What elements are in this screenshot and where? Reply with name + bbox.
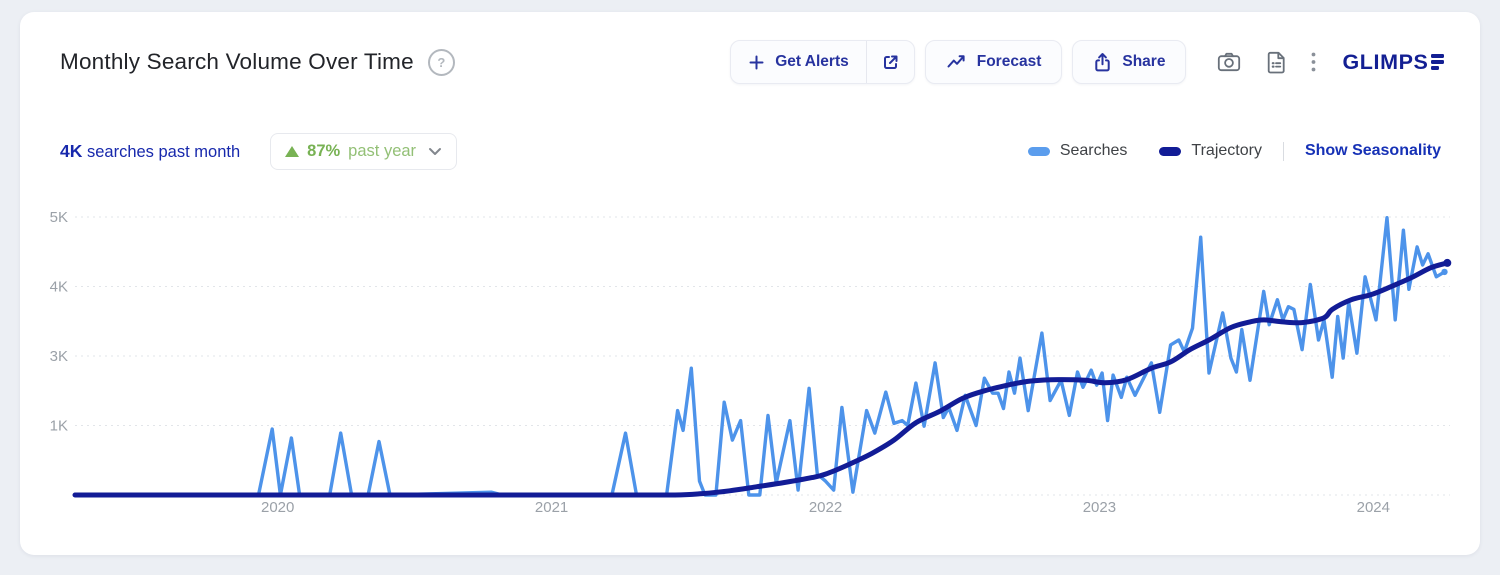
open-external-button[interactable] <box>867 41 914 83</box>
glimpse-logo[interactable]: GLIMPS <box>1342 50 1444 75</box>
get-alerts-label: Get Alerts <box>775 53 849 70</box>
trajectory-legend-label: Trajectory <box>1191 142 1262 159</box>
report-icon <box>1268 51 1286 73</box>
svg-text:2024: 2024 <box>1357 499 1390 516</box>
report-button[interactable] <box>1265 50 1288 75</box>
glimpse-logo-text: GLIMPS <box>1342 49 1429 74</box>
svg-text:2022: 2022 <box>809 499 842 516</box>
searches-legend-label: Searches <box>1059 142 1128 159</box>
get-alerts-button[interactable]: Get Alerts <box>731 41 866 83</box>
kebab-menu-icon[interactable] <box>1311 52 1316 72</box>
glimpse-logo-e-icon <box>1431 54 1444 70</box>
toolbar-icons <box>1216 50 1316 75</box>
change-percent: 87% <box>307 141 341 160</box>
svg-text:2020: 2020 <box>261 499 294 516</box>
svg-text:5K: 5K <box>50 209 68 226</box>
show-seasonality-link[interactable]: Show Seasonality <box>1305 142 1441 160</box>
share-label: Share <box>1122 53 1166 70</box>
header-actions: Get Alerts Forecast Share GLIMPS <box>730 40 1444 84</box>
triangle-up-icon <box>285 145 300 157</box>
svg-text:2021: 2021 <box>535 499 568 516</box>
forecast-label: Forecast <box>976 53 1042 70</box>
svg-text:2023: 2023 <box>1083 499 1116 516</box>
chart-card: Monthly Search Volume Over Time ? Get Al… <box>20 12 1480 555</box>
forecast-button[interactable]: Forecast <box>924 40 1063 84</box>
svg-text:1K: 1K <box>50 418 68 435</box>
trend-up-icon <box>947 55 965 68</box>
change-period: past year <box>348 141 417 160</box>
svg-text:4K: 4K <box>50 279 68 296</box>
legend-divider <box>1282 141 1284 161</box>
chart-legend: Searches Trajectory Show Seasonality <box>1027 141 1441 161</box>
stats-row: 4K searches past month 87% past year Sea… <box>60 124 1441 178</box>
page-title: Monthly Search Volume Over Time <box>60 49 414 74</box>
help-icon[interactable]: ? <box>427 48 455 76</box>
legend-item-trajectory[interactable]: Trajectory <box>1159 142 1262 160</box>
trajectory-swatch <box>1159 146 1182 156</box>
share-button[interactable]: Share <box>1072 40 1187 84</box>
svg-text:3K: 3K <box>50 348 68 365</box>
legend-item-searches[interactable]: Searches <box>1027 142 1128 160</box>
screenshot-button[interactable] <box>1216 50 1242 74</box>
change-period-dropdown[interactable]: 87% past year <box>270 132 458 170</box>
header: Monthly Search Volume Over Time ? Get Al… <box>60 38 1444 86</box>
camera-icon <box>1218 52 1241 72</box>
stat-value: 4K <box>60 140 83 161</box>
search-volume-chart[interactable]: 5K 4K 3K 1K 2020 2021 2022 2023 2024 <box>40 185 1460 535</box>
chevron-down-icon <box>429 147 442 155</box>
title-wrap: Monthly Search Volume Over Time ? <box>60 48 455 76</box>
get-alerts-button-group: Get Alerts <box>730 40 915 84</box>
search-volume-stat: 4K searches past month <box>60 141 240 162</box>
searches-swatch <box>1027 146 1050 156</box>
stat-label: searches past month <box>86 142 241 161</box>
share-icon <box>1095 52 1111 71</box>
plus-icon <box>749 55 764 69</box>
external-link-icon <box>883 55 898 69</box>
stats-left: 4K searches past month 87% past year <box>60 132 458 170</box>
